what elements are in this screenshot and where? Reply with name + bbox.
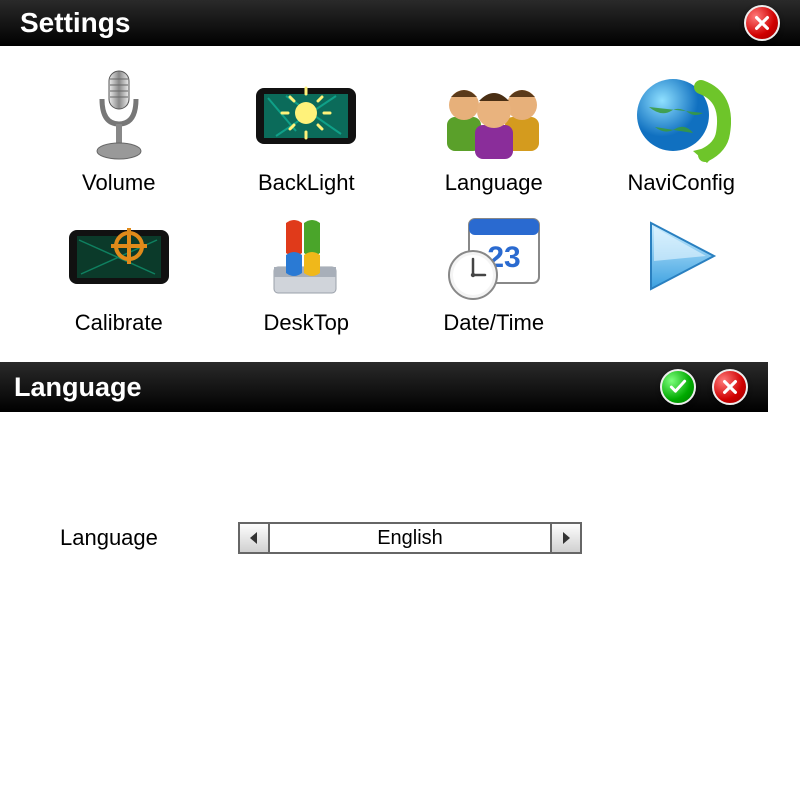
settings-grid: Volume BackLight [0, 46, 800, 356]
calibrate-icon [59, 206, 179, 306]
globe-download-icon [621, 66, 741, 166]
windows-icon [246, 206, 366, 306]
microphone-icon [59, 66, 179, 166]
settings-item-calibrate[interactable]: Calibrate [30, 206, 208, 336]
chevron-right-icon [559, 531, 573, 545]
settings-item-label: Volume [82, 170, 155, 196]
settings-item-label: NaviConfig [627, 170, 735, 196]
settings-item-label: Language [445, 170, 543, 196]
settings-item-label: Date/Time [443, 310, 544, 336]
settings-item-language[interactable]: Language [405, 66, 583, 196]
settings-item-label: DeskTop [263, 310, 349, 336]
settings-next-page[interactable] [593, 206, 771, 336]
backlight-icon [246, 66, 366, 166]
language-value: English [270, 522, 550, 554]
settings-item-label: BackLight [258, 170, 355, 196]
close-button[interactable] [744, 5, 780, 41]
language-title: Language [14, 372, 142, 403]
language-body: Language English [0, 412, 800, 554]
confirm-button[interactable] [660, 369, 696, 405]
settings-item-volume[interactable]: Volume [30, 66, 208, 196]
settings-item-label: Calibrate [75, 310, 163, 336]
settings-item-naviconfig[interactable]: NaviConfig [593, 66, 771, 196]
language-next-button[interactable] [550, 522, 582, 554]
settings-item-datetime[interactable]: 23 Date/Time [405, 206, 583, 336]
settings-item-backlight[interactable]: BackLight [218, 66, 396, 196]
close-icon [721, 378, 739, 396]
settings-title: Settings [20, 7, 130, 39]
people-icon [434, 66, 554, 166]
language-spinner: English [238, 522, 582, 554]
language-field-label: Language [60, 525, 210, 551]
chevron-left-icon [247, 531, 261, 545]
settings-item-desktop[interactable]: DeskTop [218, 206, 396, 336]
play-arrow-icon [621, 206, 741, 306]
calendar-clock-icon: 23 [434, 206, 554, 306]
settings-header: Settings [0, 0, 800, 46]
check-icon [668, 377, 688, 397]
language-prev-button[interactable] [238, 522, 270, 554]
cancel-button[interactable] [712, 369, 748, 405]
close-icon [753, 14, 771, 32]
language-header: Language [0, 362, 768, 412]
